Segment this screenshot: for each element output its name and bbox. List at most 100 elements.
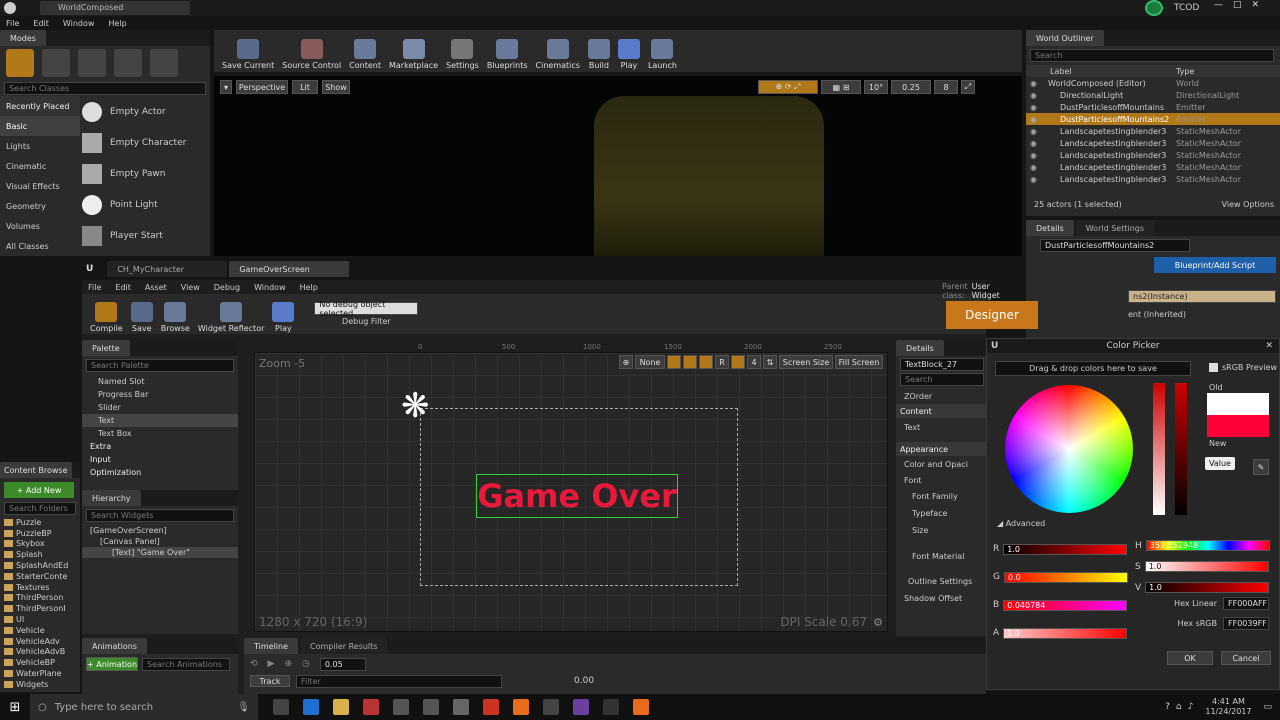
outliner-row[interactable]: ◉ DustParticlesoffMountains Emitter	[1026, 101, 1280, 113]
folder-item[interactable]: ThirdPersonI	[0, 603, 80, 614]
firefox-icon[interactable]	[513, 699, 529, 715]
r-button[interactable]: R	[715, 355, 729, 369]
app-icon[interactable]	[483, 699, 499, 715]
widget-save-button[interactable]: Save	[127, 295, 157, 333]
search-classes-input[interactable]: Search Classes	[4, 82, 206, 95]
view-options-button[interactable]: View Options	[1222, 200, 1274, 209]
category-basic[interactable]: Basic	[0, 116, 80, 136]
actor-name-field[interactable]: DustParticlesoffMountains2	[1040, 239, 1190, 252]
instance-row[interactable]: ns2(Instance)	[1128, 290, 1276, 303]
widget-menu-help[interactable]: Help	[300, 283, 318, 292]
category-geometry[interactable]: Geometry	[0, 196, 80, 216]
outliner-row[interactable]: ◉ Landscapetestingblender3 StaticMeshActor	[1026, 161, 1280, 173]
screen-size-dropdown[interactable]: Screen Size	[779, 355, 833, 369]
srgb-checkbox[interactable]	[1209, 363, 1218, 372]
color-swatch-bar[interactable]: Drag & drop colors here to save	[995, 361, 1191, 376]
grid-snap-button[interactable]: ▦ ⊞	[821, 80, 861, 94]
details-tab[interactable]: Details	[1026, 220, 1074, 236]
grid-size-button[interactable]: 4	[747, 355, 761, 369]
search-palette-input[interactable]: Search Palette	[86, 359, 234, 372]
folder-item[interactable]: Textures	[0, 582, 80, 593]
help-icon[interactable]: ?	[1165, 702, 1170, 712]
flow-icon[interactable]: ⇅	[763, 355, 777, 369]
palette-item[interactable]: Text	[82, 414, 238, 427]
palette-group[interactable]: Extra	[82, 440, 238, 453]
source-control-button[interactable]: Source Control	[278, 32, 345, 70]
blue-slider[interactable]: 0.040784	[1003, 599, 1128, 611]
browse-button[interactable]: Browse	[157, 295, 194, 333]
menu-help[interactable]: Help	[108, 19, 126, 28]
category-recently-placed[interactable]: Recently Placed	[0, 96, 80, 116]
timeline-tab[interactable]: Timeline	[244, 638, 299, 654]
visibility-eye-icon[interactable]: ◉	[1026, 163, 1040, 172]
palette-item[interactable]: Slider	[82, 401, 238, 414]
category-lights[interactable]: Lights	[0, 136, 80, 156]
folder-item[interactable]: Vehicle	[0, 625, 80, 636]
add-new-button[interactable]: + Add New	[4, 482, 74, 498]
green-slider[interactable]: 0.0	[1003, 571, 1128, 583]
camera-speed-button[interactable]: 8	[934, 80, 958, 94]
widget-play-button[interactable]: Play	[268, 295, 298, 333]
loop-icon[interactable]: ⟲	[250, 659, 258, 669]
class-item[interactable]: Point Light	[82, 189, 206, 220]
red-slider[interactable]: 1.0	[1003, 543, 1128, 555]
outliner-search-input[interactable]: Search	[1030, 49, 1274, 62]
mail-icon[interactable]	[453, 699, 469, 715]
minimize-icon[interactable]: —	[1214, 0, 1223, 10]
play-button[interactable]: Play	[614, 32, 644, 70]
designer-canvas[interactable]: Zoom -5 ⊕ None R 4 ⇅ Screen Size Fill Sc…	[254, 352, 888, 632]
widget-details-tab[interactable]: Details	[896, 340, 944, 356]
maximize-icon[interactable]: □	[1233, 0, 1242, 10]
visibility-eye-icon[interactable]: ◉	[1026, 115, 1040, 124]
palette-group[interactable]: Optimization	[82, 466, 238, 479]
old-color-swatch[interactable]	[1207, 393, 1269, 415]
snap-icon[interactable]	[683, 355, 697, 369]
color-wheel[interactable]	[1005, 385, 1133, 513]
folder-item[interactable]: Widgets	[0, 679, 80, 690]
value-field[interactable]: 1.0	[1145, 582, 1270, 593]
animations-tab[interactable]: Animations	[82, 638, 147, 654]
palette-item[interactable]: Text Box	[82, 427, 238, 440]
anchor-icon[interactable]: ❋	[401, 389, 430, 423]
move-icon[interactable]: ⊕	[284, 659, 292, 669]
app-icon[interactable]	[573, 699, 589, 715]
hierarchy-item[interactable]: [Canvas Panel]	[82, 536, 238, 547]
class-item[interactable]: Empty Actor	[82, 96, 206, 127]
clock[interactable]: 4:41 AM 11/24/2017	[1205, 697, 1251, 717]
details-search-input[interactable]: Search	[900, 373, 984, 386]
app-icon[interactable]	[423, 699, 439, 715]
visibility-eye-icon[interactable]: ◉	[1026, 139, 1040, 148]
edge-icon[interactable]	[303, 699, 319, 715]
widget-menu-asset[interactable]: Asset	[145, 283, 167, 292]
cinematics-button[interactable]: Cinematics	[532, 32, 584, 70]
debug-object-select[interactable]: No debug object selected	[314, 300, 419, 318]
content-browser-tab[interactable]: Content Browse	[0, 462, 72, 478]
srgb-preview-toggle[interactable]: sRGB Preview	[1209, 363, 1277, 372]
add-track-button[interactable]: Track	[250, 675, 290, 687]
eyedropper-icon[interactable]: ✎	[1253, 459, 1269, 475]
game-over-text-widget[interactable]: Game Over	[476, 474, 678, 518]
place-mode-icon[interactable]	[6, 49, 34, 77]
hue-slider[interactable]: 357.552948	[1145, 540, 1270, 551]
tab-ch-mycharacter[interactable]: CH_MyCharacter	[107, 261, 228, 277]
hierarchy-item[interactable]: [Text] "Game Over"	[82, 547, 238, 558]
hierarchy-tab[interactable]: Hierarchy	[82, 490, 141, 506]
file-explorer-icon[interactable]	[333, 699, 349, 715]
folder-item[interactable]: Splash	[0, 549, 80, 560]
viewport-menu-icon[interactable]: ▾	[220, 80, 232, 94]
close-icon[interactable]: ✕	[1265, 341, 1273, 351]
category-all-classes[interactable]: All Classes	[0, 236, 80, 256]
category-volumes[interactable]: Volumes	[0, 216, 80, 236]
folder-item[interactable]: PuzzleBP	[0, 528, 80, 539]
alpha-slider[interactable]: 1.0	[1003, 627, 1128, 639]
hex-linear-input[interactable]: FF000AFF	[1223, 597, 1269, 610]
save-current-button[interactable]: Save Current	[218, 32, 278, 70]
firefox-icon[interactable]	[633, 699, 649, 715]
grid-snap-icon[interactable]	[731, 355, 745, 369]
widget-menu-view[interactable]: View	[181, 283, 200, 292]
modes-tab[interactable]: Modes	[0, 30, 46, 46]
transform-tools[interactable]: ⊕ ⟳ ⤢	[758, 80, 818, 94]
scale-snap-button[interactable]: 0.25	[891, 80, 931, 94]
new-color-swatch[interactable]	[1207, 415, 1269, 437]
hierarchy-item[interactable]: [GameOverScreen]	[82, 525, 238, 536]
